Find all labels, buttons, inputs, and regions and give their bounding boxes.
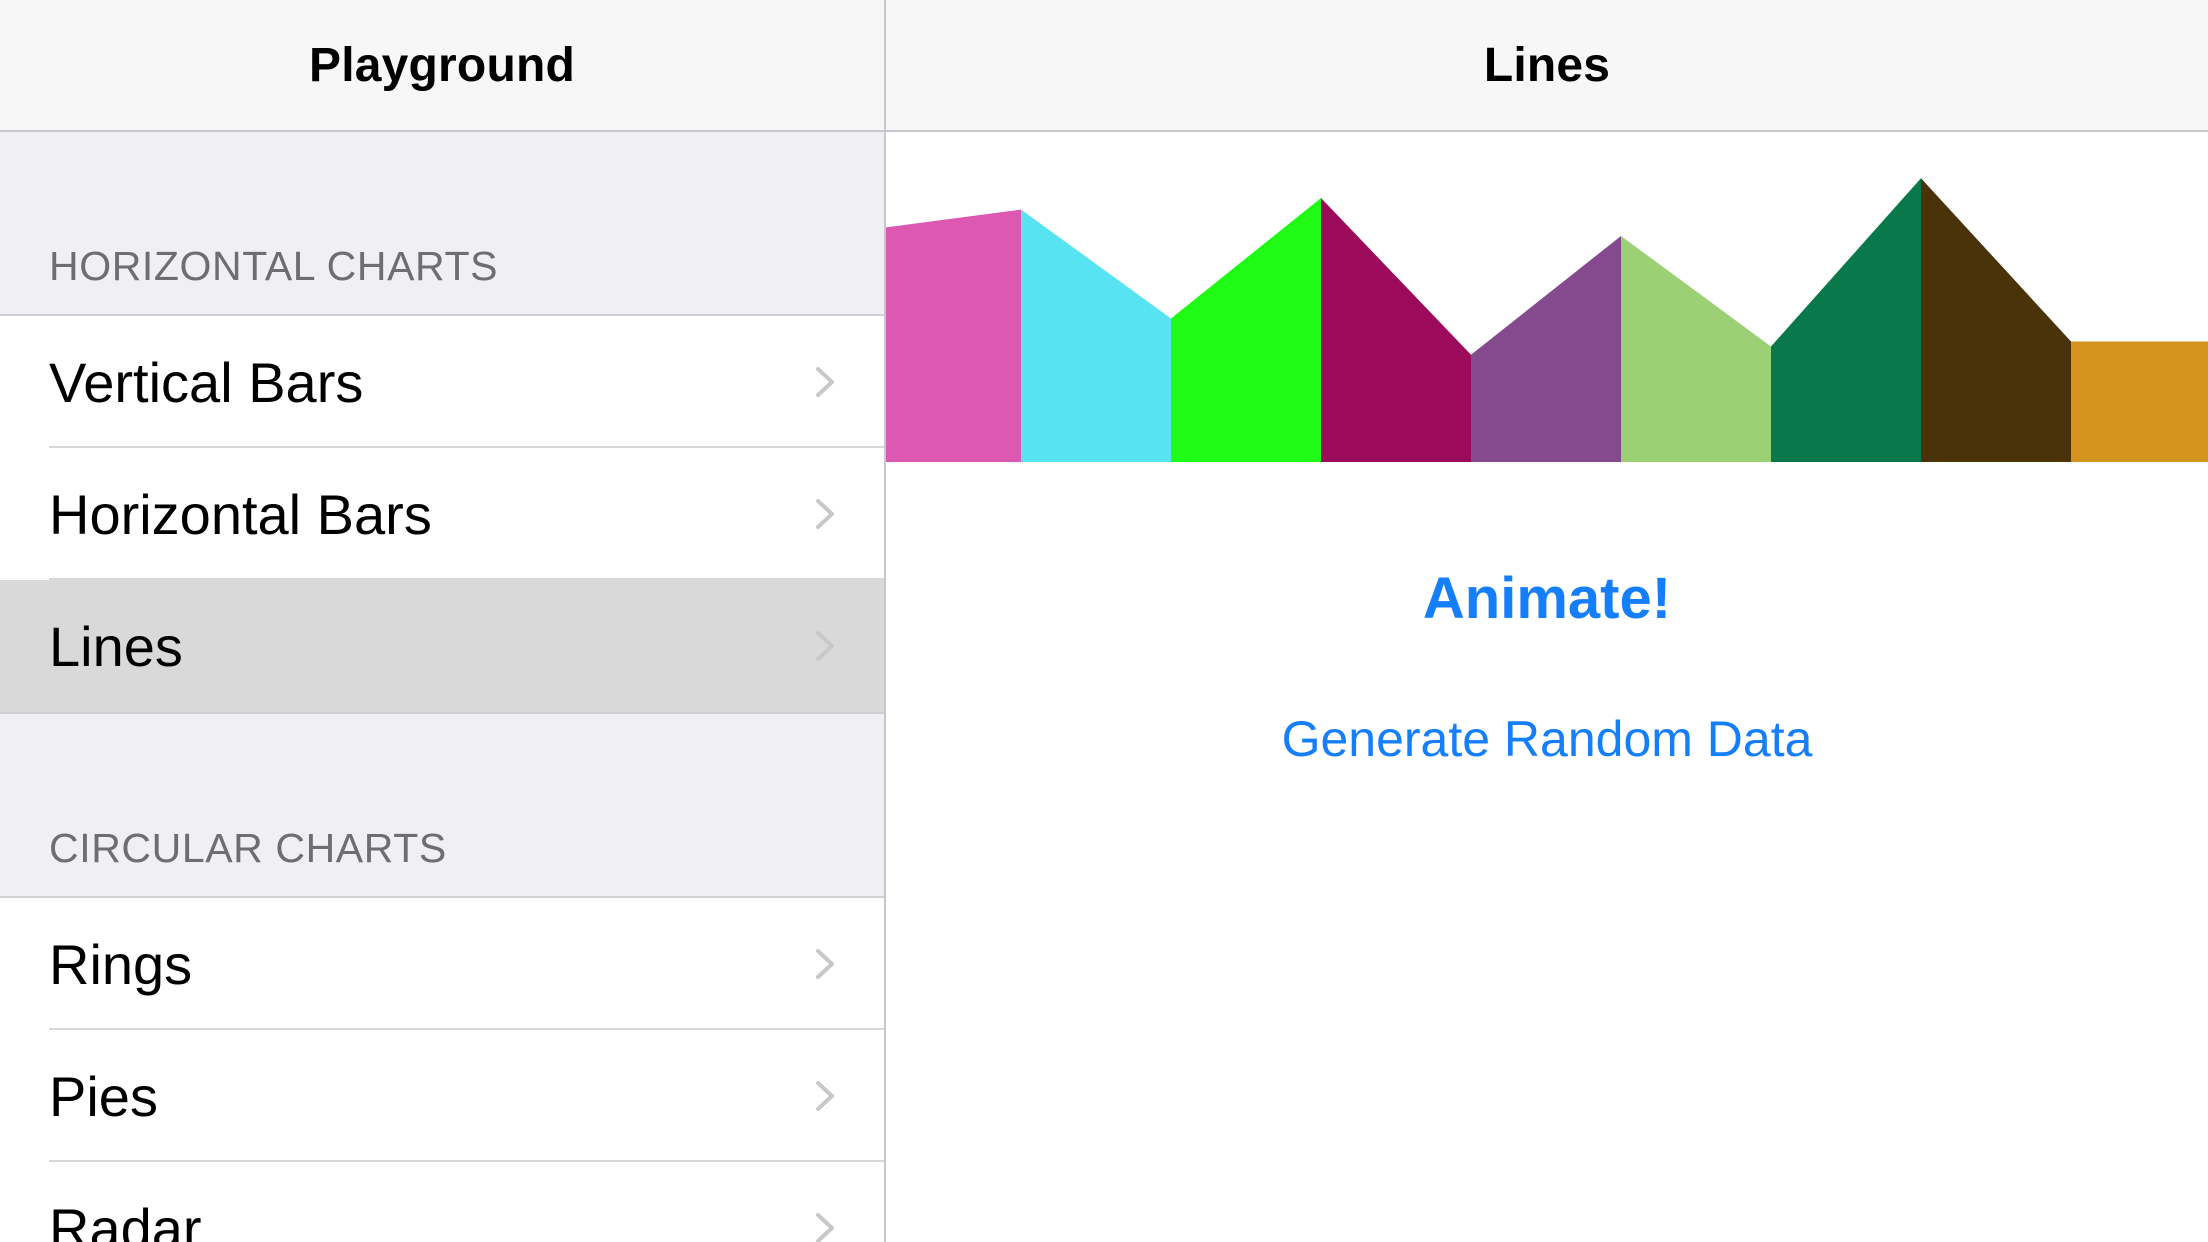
lines-chart — [886, 178, 2208, 462]
chart-area-segment — [1621, 235, 1771, 462]
chart-area-segment — [1921, 178, 2071, 462]
menu-item-rings[interactable]: Rings — [0, 898, 884, 1030]
menu-item-label: Rings — [49, 932, 193, 996]
animate-button[interactable]: Animate! — [886, 565, 2208, 632]
master-title: Playground — [308, 38, 576, 92]
menu-item-vertical-bars[interactable]: Vertical Bars — [0, 316, 884, 448]
chevron-right-icon — [816, 631, 834, 661]
chevron-right-icon — [816, 499, 834, 529]
section-header-circular-charts: CIRCULAR CHARTS — [49, 825, 447, 871]
detail-panel: Lines Animate! Generate Random Data — [886, 0, 2208, 1242]
menu-item-lines[interactable]: Lines — [0, 580, 884, 712]
master-panel: Playground HORIZONTAL CHARTS Vertical Ba… — [0, 0, 884, 1242]
chart-area-segment — [1471, 235, 1621, 462]
menu-item-horizontal-bars[interactable]: Horizontal Bars — [0, 448, 884, 580]
generate-random-data-button[interactable]: Generate Random Data — [886, 710, 2208, 768]
chart-area-segment — [1021, 209, 1171, 462]
chevron-right-icon — [816, 1081, 834, 1111]
menu-item-label: Vertical Bars — [49, 350, 364, 414]
chart-area-segment — [1321, 198, 1471, 462]
section-header-horizontal-charts: HORIZONTAL CHARTS — [49, 243, 499, 289]
chart-area-segment — [1771, 178, 1921, 462]
master-navigation-bar: Playground — [0, 0, 884, 132]
menu-item-label: Lines — [49, 614, 183, 678]
chart-area-segment — [2071, 341, 2208, 462]
menu-item-radar[interactable]: Radar — [0, 1162, 884, 1242]
menu-item-label: Horizontal Bars — [49, 482, 432, 546]
chart-area-segment — [1171, 198, 1321, 462]
chart-area-segment — [886, 209, 1021, 462]
detail-navigation-bar: Lines — [886, 0, 2208, 132]
detail-title: Lines — [1483, 38, 1611, 92]
circular-charts-group: Rings Pies Radar — [0, 896, 884, 1242]
chevron-right-icon — [816, 949, 834, 979]
menu-item-pies[interactable]: Pies — [0, 1030, 884, 1162]
chevron-right-icon — [816, 1213, 834, 1242]
chevron-right-icon — [816, 367, 834, 397]
horizontal-charts-group: Vertical Bars Horizontal Bars Lines — [0, 314, 884, 714]
menu-item-label: Pies — [49, 1064, 158, 1128]
menu-item-label: Radar — [49, 1196, 202, 1242]
